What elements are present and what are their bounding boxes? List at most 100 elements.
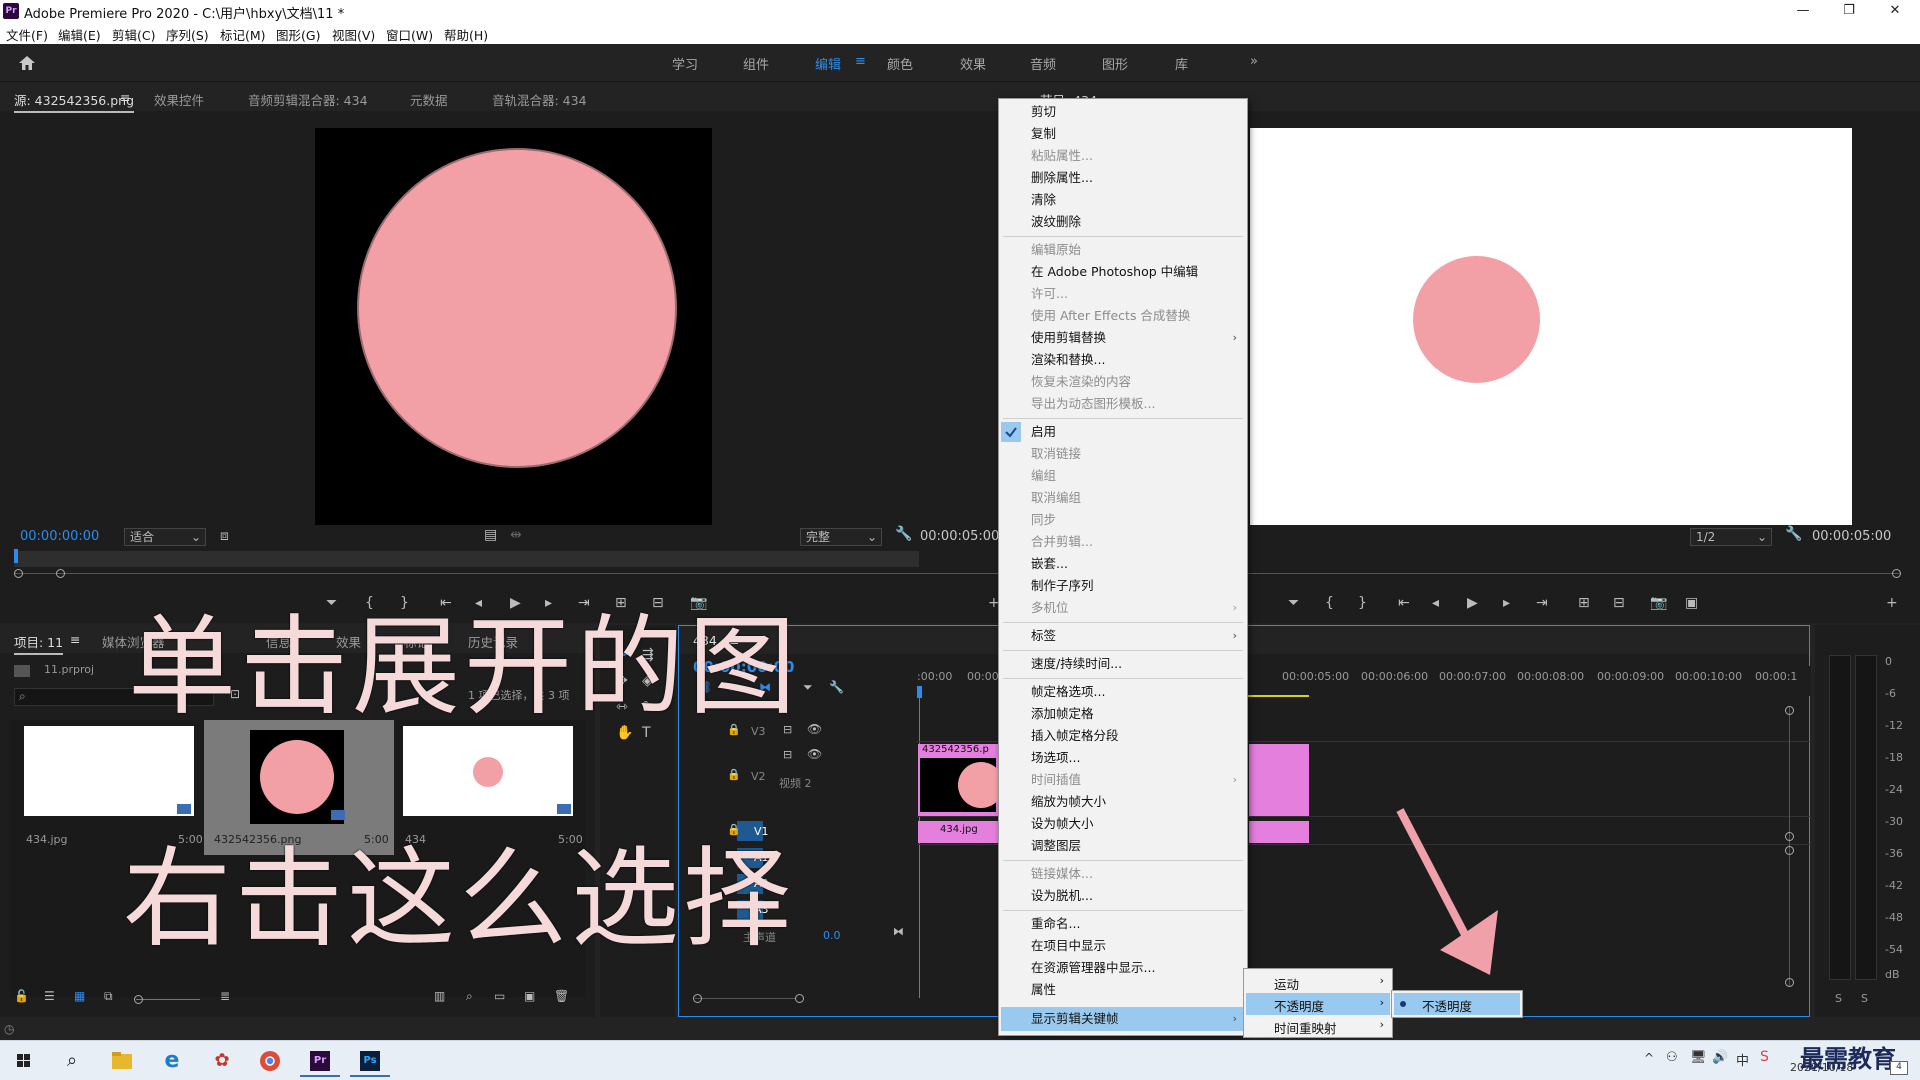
notification-icon[interactable]: 4 [1890, 1061, 1908, 1075]
master-value[interactable]: 0.0 [823, 929, 841, 942]
menu-item-show-clip-keyframes[interactable]: 显示剪辑关键帧 [1031, 1009, 1119, 1029]
project-tab-menu-icon[interactable]: ≡ [70, 632, 80, 647]
workspace-tab-graphics[interactable]: 图形 [1102, 54, 1128, 73]
new-bin-icon[interactable]: ▭ [494, 989, 505, 1003]
menu-item-reveal-in-project[interactable]: 在项目中显示 [1031, 936, 1106, 956]
freeform-view-icon[interactable]: ⧉ [104, 989, 113, 1004]
source-playhead[interactable] [14, 549, 18, 563]
app-tray-icon[interactable]: ✿ [202, 1045, 242, 1077]
thumbnail-size-slider[interactable] [136, 999, 200, 1000]
menu-item-field-options[interactable]: 场选项... [1031, 748, 1080, 768]
submenu-item-motion[interactable]: 运动 [1274, 974, 1299, 993]
thumbnail-434-sequence[interactable] [403, 726, 573, 816]
menu-item-set-to-frame[interactable]: 设为帧大小 [1031, 814, 1094, 834]
premiere-taskbar-icon[interactable]: Pr [300, 1045, 340, 1077]
menu-marker[interactable]: 标记(M) [220, 25, 266, 44]
step-forward-icon[interactable]: ▸ [1503, 595, 1510, 611]
workspace-tab-editing[interactable]: 编辑 [815, 54, 841, 73]
menu-view[interactable]: 视图(V) [332, 25, 375, 44]
tab-project[interactable]: 项目: 11 [14, 632, 64, 655]
sogou-icon[interactable]: S [1760, 1049, 1769, 1065]
menu-edit[interactable]: 编辑(E) [58, 25, 101, 44]
ime-language[interactable]: 中 [1736, 1050, 1749, 1069]
step-back-icon[interactable]: ◂ [1432, 595, 1439, 611]
slider-handle[interactable] [134, 995, 143, 1004]
menu-item-frame-hold-options[interactable]: 帧定格选项... [1031, 682, 1105, 702]
photoshop-taskbar-icon[interactable]: Ps [350, 1045, 390, 1077]
tab-source[interactable]: 源: 432542356.png [14, 90, 135, 113]
menu-clip[interactable]: 剪辑(C) [112, 25, 155, 44]
source-timecode[interactable]: 00:00:00:00 [20, 529, 99, 544]
menu-item-copy[interactable]: 复制 [1031, 124, 1056, 144]
menu-item-reveal-in-explorer[interactable]: 在资源管理器中显示... [1031, 958, 1155, 978]
lock-icon[interactable]: 🔓 [14, 989, 29, 1003]
scroll-handle-left[interactable] [693, 994, 702, 1003]
sync-lock-icon[interactable]: ⊟ [783, 748, 792, 761]
menu-item-remove-attributes[interactable]: 删除属性... [1031, 168, 1093, 188]
menu-file[interactable]: 文件(F) [6, 25, 48, 44]
workspace-more-icon[interactable]: » [1250, 54, 1258, 69]
volume-icon[interactable]: 🔊 [1712, 1050, 1728, 1065]
thumbnail-434jpg[interactable] [24, 726, 194, 816]
tab-effect-controls[interactable]: 效果控件 [154, 90, 204, 109]
solo-left-button[interactable]: S [1835, 992, 1842, 1005]
menu-item-scale-to-frame[interactable]: 缩放为帧大小 [1031, 792, 1106, 812]
lift-icon[interactable]: ⊞ [1578, 595, 1590, 611]
drag-video-icon[interactable]: ⇹ [510, 527, 522, 543]
windows-start-icon[interactable] [4, 1045, 44, 1077]
wrench-icon[interactable]: 🔧 [895, 526, 912, 542]
submenu-item-time-remapping[interactable]: 时间重映射 [1274, 1018, 1337, 1037]
menu-item-render-and-replace[interactable]: 渲染和替换... [1031, 350, 1105, 370]
timeline-h-scrollbar[interactable] [695, 998, 795, 999]
source-time-ruler[interactable] [14, 551, 919, 567]
automate-to-sequence-icon[interactable]: ▥ [434, 989, 445, 1003]
vscroll-handle[interactable] [1785, 978, 1794, 987]
program-resolution-dropdown[interactable]: 1/2 ⌄ [1690, 528, 1772, 546]
chrome-icon[interactable] [250, 1045, 290, 1077]
menu-item-insert-frame-hold[interactable]: 插入帧定格分段 [1031, 726, 1119, 746]
menu-item-nest[interactable]: 嵌套... [1031, 554, 1068, 574]
menu-item-speed-duration[interactable]: 速度/持续时间... [1031, 654, 1122, 674]
menu-item-edit-in-photoshop[interactable]: 在 Adobe Photoshop 中编辑 [1031, 262, 1198, 282]
zoom-handle-right[interactable] [1892, 569, 1901, 578]
scroll-handle-right[interactable] [795, 994, 804, 1003]
edge-browser-icon[interactable]: e [152, 1045, 192, 1077]
mark-in-icon[interactable]: { [1325, 595, 1334, 611]
workspace-menu-icon[interactable]: ≡ [855, 54, 866, 69]
icon-view-icon[interactable]: ▦ [74, 989, 85, 1003]
submenu-item-opacity-property[interactable]: 不透明度 [1422, 996, 1472, 1015]
find-icon[interactable]: ⌕ [466, 989, 473, 1004]
skip-icon[interactable]: ⧓ [893, 925, 904, 938]
eye-icon[interactable]: 👁 [807, 722, 822, 736]
wrench-icon[interactable]: 🔧 [1785, 526, 1802, 542]
menu-item-ripple-delete[interactable]: 波纹删除 [1031, 212, 1081, 232]
lock-icon[interactable]: 🔒 [727, 768, 741, 781]
sort-icon[interactable]: ≣ [220, 989, 230, 1003]
menu-item-rename[interactable]: 重命名... [1031, 914, 1080, 934]
vscroll-handle[interactable] [1785, 846, 1794, 855]
menu-item-properties[interactable]: 属性 [1031, 980, 1056, 1000]
tab-audio-clip-mixer[interactable]: 音频剪辑混合器: 434 [248, 90, 368, 109]
track-label[interactable]: V2 [751, 770, 766, 783]
go-to-in-icon[interactable]: ⇤ [1398, 595, 1410, 611]
play-icon[interactable]: ▶ [1467, 595, 1478, 611]
home-icon[interactable] [18, 54, 36, 72]
restore-icon[interactable]: ❐ [1826, 0, 1872, 22]
source-zoom-bar[interactable] [14, 573, 1000, 574]
timeline-settings-icon[interactable]: 🔧 [829, 680, 844, 694]
timeline-clip-v1-right[interactable] [1249, 821, 1309, 843]
go-to-out-icon[interactable]: ⇥ [1536, 595, 1548, 611]
menu-item-make-subsequence[interactable]: 制作子序列 [1031, 576, 1094, 596]
menu-graphics[interactable]: 图形(G) [276, 25, 320, 44]
extract-icon[interactable]: ⊟ [1613, 595, 1625, 611]
minimize-icon[interactable]: — [1780, 0, 1826, 22]
add-marker-icon[interactable]: ⏷ [1288, 595, 1299, 611]
workspace-tab-learn[interactable]: 学习 [672, 54, 698, 73]
comparison-view-icon[interactable]: ▣ [1685, 595, 1698, 611]
zoom-handle-left[interactable] [14, 569, 23, 578]
trash-icon[interactable]: 🗑 [554, 989, 569, 1003]
marker-icon[interactable]: ▤ [484, 527, 497, 543]
menu-item-enable[interactable]: 启用 [1031, 422, 1056, 442]
menu-window[interactable]: 窗口(W) [386, 25, 433, 44]
solo-right-button[interactable]: S [1861, 992, 1868, 1005]
